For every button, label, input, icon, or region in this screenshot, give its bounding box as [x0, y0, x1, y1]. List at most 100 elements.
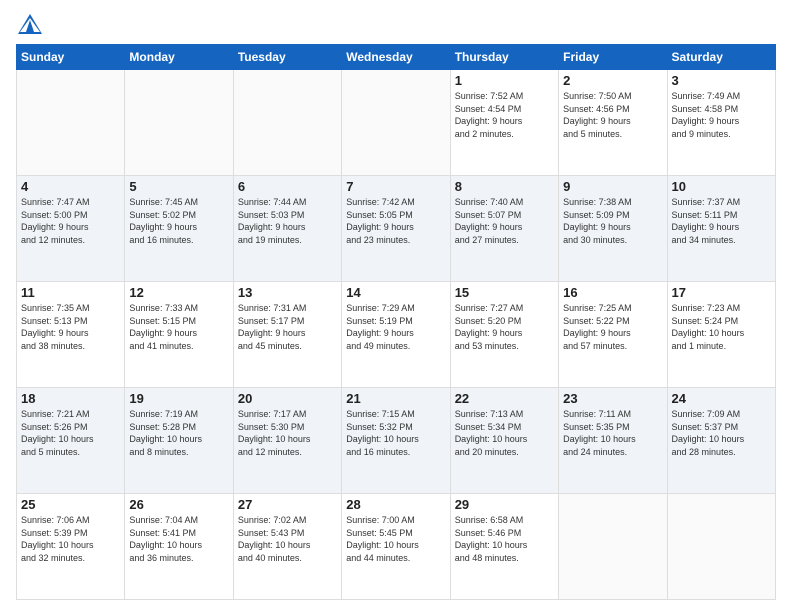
day-of-week-header: Friday: [559, 45, 667, 70]
calendar-cell: 22 Sunrise: 7:13 AM Sunset: 5:34 PM Dayli…: [450, 388, 558, 494]
calendar-table: SundayMondayTuesdayWednesdayThursdayFrid…: [16, 44, 776, 600]
calendar-cell: 1 Sunrise: 7:52 AM Sunset: 4:54 PM Daylig…: [450, 70, 558, 176]
calendar-cell: 8Sunrise: 7:40 AM Sunset: 5:07 PM Daylig…: [450, 176, 558, 282]
day-info: Sunrise: 7:27 AM Sunset: 5:20 PM Dayligh…: [455, 302, 554, 352]
day-info: Sunrise: 7:52 AM Sunset: 4:54 PM Dayligh…: [455, 90, 554, 140]
day-info: Sunrise: 7:17 AM Sunset: 5:30 PM Dayligh…: [238, 408, 337, 458]
day-info: Sunrise: 7:44 AM Sunset: 5:03 PM Dayligh…: [238, 196, 337, 246]
day-number: 3: [672, 73, 771, 88]
day-number: 18: [21, 391, 120, 406]
calendar-cell: [125, 70, 233, 176]
calendar-header-row: SundayMondayTuesdayWednesdayThursdayFrid…: [17, 45, 776, 70]
day-number: 15: [455, 285, 554, 300]
day-info: Sunrise: 7:38 AM Sunset: 5:09 PM Dayligh…: [563, 196, 662, 246]
day-info: Sunrise: 7:23 AM Sunset: 5:24 PM Dayligh…: [672, 302, 771, 352]
day-number: 4: [21, 179, 120, 194]
calendar-cell: 15 Sunrise: 7:27 AM Sunset: 5:20 PM Dayli…: [450, 282, 558, 388]
day-info: Sunrise: 7:11 AM Sunset: 5:35 PM Dayligh…: [563, 408, 662, 458]
calendar-cell: 16 Sunrise: 7:25 AM Sunset: 5:22 PM Dayli…: [559, 282, 667, 388]
calendar-cell: 2 Sunrise: 7:50 AM Sunset: 4:56 PM Daylig…: [559, 70, 667, 176]
day-of-week-header: Sunday: [17, 45, 125, 70]
calendar-cell: 6 Sunrise: 7:44 AM Sunset: 5:03 PM Daylig…: [233, 176, 341, 282]
day-of-week-header: Saturday: [667, 45, 775, 70]
day-number: 22: [455, 391, 554, 406]
day-of-week-header: Monday: [125, 45, 233, 70]
day-info: Sunrise: 7:37 AM Sunset: 5:11 PM Dayligh…: [672, 196, 771, 246]
calendar-cell: 7Sunrise: 7:42 AM Sunset: 5:05 PM Daylig…: [342, 176, 450, 282]
calendar-cell: 10 Sunrise: 7:37 AM Sunset: 5:11 PM Dayli…: [667, 176, 775, 282]
calendar-cell: 13 Sunrise: 7:31 AM Sunset: 5:17 PM Dayli…: [233, 282, 341, 388]
calendar-cell: [233, 70, 341, 176]
calendar-cell: [17, 70, 125, 176]
day-number: 6: [238, 179, 337, 194]
calendar-cell: 24Sunrise: 7:09 AM Sunset: 5:37 PM Dayli…: [667, 388, 775, 494]
day-info: Sunrise: 7:35 AM Sunset: 5:13 PM Dayligh…: [21, 302, 120, 352]
day-number: 29: [455, 497, 554, 512]
day-info: Sunrise: 7:50 AM Sunset: 4:56 PM Dayligh…: [563, 90, 662, 140]
calendar-cell: 18 Sunrise: 7:21 AM Sunset: 5:26 PM Dayli…: [17, 388, 125, 494]
day-of-week-header: Tuesday: [233, 45, 341, 70]
day-number: 2: [563, 73, 662, 88]
day-info: Sunrise: 7:09 AM Sunset: 5:37 PM Dayligh…: [672, 408, 771, 458]
day-number: 13: [238, 285, 337, 300]
calendar-cell: 20 Sunrise: 7:17 AM Sunset: 5:30 PM Dayli…: [233, 388, 341, 494]
day-number: 28: [346, 497, 445, 512]
day-number: 27: [238, 497, 337, 512]
day-info: Sunrise: 7:15 AM Sunset: 5:32 PM Dayligh…: [346, 408, 445, 458]
calendar-cell: 3 Sunrise: 7:49 AM Sunset: 4:58 PM Daylig…: [667, 70, 775, 176]
day-info: Sunrise: 7:04 AM Sunset: 5:41 PM Dayligh…: [129, 514, 228, 564]
day-info: Sunrise: 7:21 AM Sunset: 5:26 PM Dayligh…: [21, 408, 120, 458]
day-info: Sunrise: 7:19 AM Sunset: 5:28 PM Dayligh…: [129, 408, 228, 458]
day-info: Sunrise: 6:58 AM Sunset: 5:46 PM Dayligh…: [455, 514, 554, 564]
calendar-cell: 23 Sunrise: 7:11 AM Sunset: 5:35 PM Dayli…: [559, 388, 667, 494]
day-number: 26: [129, 497, 228, 512]
calendar-cell: 11 Sunrise: 7:35 AM Sunset: 5:13 PM Dayli…: [17, 282, 125, 388]
calendar-cell: 21 Sunrise: 7:15 AM Sunset: 5:32 PM Dayli…: [342, 388, 450, 494]
day-info: Sunrise: 7:33 AM Sunset: 5:15 PM Dayligh…: [129, 302, 228, 352]
day-number: 10: [672, 179, 771, 194]
day-info: Sunrise: 7:31 AM Sunset: 5:17 PM Dayligh…: [238, 302, 337, 352]
calendar-week-row: 25Sunrise: 7:06 AM Sunset: 5:39 PM Dayli…: [17, 494, 776, 600]
calendar-cell: [559, 494, 667, 600]
day-of-week-header: Thursday: [450, 45, 558, 70]
header: [16, 12, 776, 36]
day-info: Sunrise: 7:25 AM Sunset: 5:22 PM Dayligh…: [563, 302, 662, 352]
day-info: Sunrise: 7:29 AM Sunset: 5:19 PM Dayligh…: [346, 302, 445, 352]
logo-icon: [16, 12, 44, 36]
day-number: 21: [346, 391, 445, 406]
day-number: 19: [129, 391, 228, 406]
calendar-week-row: 4 Sunrise: 7:47 AM Sunset: 5:00 PM Daylig…: [17, 176, 776, 282]
calendar-cell: 26 Sunrise: 7:04 AM Sunset: 5:41 PM Dayli…: [125, 494, 233, 600]
day-info: Sunrise: 7:00 AM Sunset: 5:45 PM Dayligh…: [346, 514, 445, 564]
day-info: Sunrise: 7:13 AM Sunset: 5:34 PM Dayligh…: [455, 408, 554, 458]
calendar-cell: [342, 70, 450, 176]
calendar-week-row: 11 Sunrise: 7:35 AM Sunset: 5:13 PM Dayli…: [17, 282, 776, 388]
day-number: 11: [21, 285, 120, 300]
page: SundayMondayTuesdayWednesdayThursdayFrid…: [0, 0, 792, 612]
calendar-cell: 28 Sunrise: 7:00 AM Sunset: 5:45 PM Dayli…: [342, 494, 450, 600]
day-number: 23: [563, 391, 662, 406]
calendar-cell: 19 Sunrise: 7:19 AM Sunset: 5:28 PM Dayli…: [125, 388, 233, 494]
day-info: Sunrise: 7:49 AM Sunset: 4:58 PM Dayligh…: [672, 90, 771, 140]
day-number: 12: [129, 285, 228, 300]
day-number: 17: [672, 285, 771, 300]
calendar-cell: 17 Sunrise: 7:23 AM Sunset: 5:24 PM Dayli…: [667, 282, 775, 388]
day-number: 20: [238, 391, 337, 406]
calendar-cell: 29 Sunrise: 6:58 AM Sunset: 5:46 PM Dayli…: [450, 494, 558, 600]
calendar-cell: 27Sunrise: 7:02 AM Sunset: 5:43 PM Dayli…: [233, 494, 341, 600]
day-number: 14: [346, 285, 445, 300]
calendar-cell: 9Sunrise: 7:38 AM Sunset: 5:09 PM Daylig…: [559, 176, 667, 282]
day-info: Sunrise: 7:47 AM Sunset: 5:00 PM Dayligh…: [21, 196, 120, 246]
calendar-week-row: 1 Sunrise: 7:52 AM Sunset: 4:54 PM Daylig…: [17, 70, 776, 176]
day-info: Sunrise: 7:06 AM Sunset: 5:39 PM Dayligh…: [21, 514, 120, 564]
calendar-week-row: 18 Sunrise: 7:21 AM Sunset: 5:26 PM Dayli…: [17, 388, 776, 494]
day-info: Sunrise: 7:45 AM Sunset: 5:02 PM Dayligh…: [129, 196, 228, 246]
calendar-cell: 5Sunrise: 7:45 AM Sunset: 5:02 PM Daylig…: [125, 176, 233, 282]
day-number: 7: [346, 179, 445, 194]
calendar-cell: 25Sunrise: 7:06 AM Sunset: 5:39 PM Dayli…: [17, 494, 125, 600]
calendar-cell: [667, 494, 775, 600]
calendar-cell: 14 Sunrise: 7:29 AM Sunset: 5:19 PM Dayli…: [342, 282, 450, 388]
day-of-week-header: Wednesday: [342, 45, 450, 70]
day-number: 1: [455, 73, 554, 88]
day-number: 16: [563, 285, 662, 300]
